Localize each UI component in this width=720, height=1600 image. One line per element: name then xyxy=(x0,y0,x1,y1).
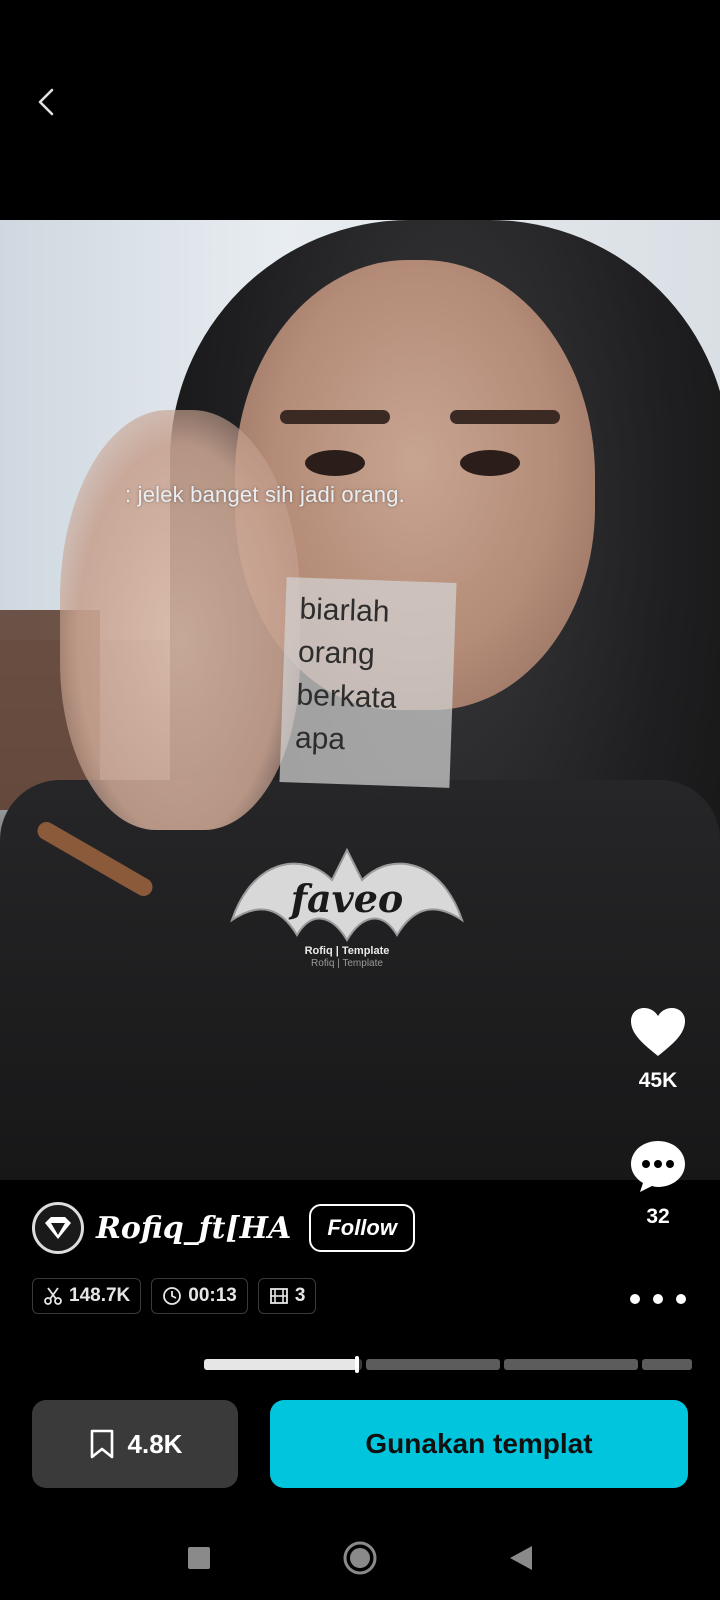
video-progress[interactable] xyxy=(204,1355,692,1373)
author-row: Rofiq_ft[HA Follow xyxy=(32,1202,415,1254)
system-nav-bar xyxy=(0,1516,720,1600)
more-dots-icon xyxy=(653,1294,663,1304)
avatar[interactable] xyxy=(32,1202,84,1254)
video-hand xyxy=(60,410,300,830)
bookmark-icon xyxy=(90,1429,113,1459)
video-preview[interactable]: : jelek banget sih jadi orang. biarlah o… xyxy=(0,220,720,1180)
comment-count: 32 xyxy=(646,1205,670,1228)
shirt-emblem-logo: faveo Rofiq | Template Rofiq | Template xyxy=(230,847,464,969)
clock-icon xyxy=(163,1287,182,1305)
comment-button[interactable]: 32 xyxy=(626,1138,690,1229)
scissors-icon xyxy=(44,1287,62,1305)
note-line: orang xyxy=(297,635,376,672)
heart-icon xyxy=(631,1008,685,1056)
home-icon[interactable] xyxy=(342,1540,378,1576)
note-line: berkata xyxy=(295,678,398,715)
uses-stat: 148.7K xyxy=(32,1278,142,1314)
more-options-button[interactable] xyxy=(626,1284,690,1314)
template-stats: 148.7K 00:13 3 xyxy=(32,1278,317,1314)
progress-segment[interactable] xyxy=(366,1358,500,1370)
progress-segment[interactable] xyxy=(204,1355,362,1373)
video-brow-left xyxy=(280,410,390,424)
video-eye-right xyxy=(460,450,520,476)
more-dots-icon xyxy=(676,1294,686,1304)
save-button[interactable]: 4.8K xyxy=(32,1400,238,1488)
progress-segment[interactable] xyxy=(642,1358,692,1370)
more-dots-icon xyxy=(630,1294,640,1304)
duration-value: 00:13 xyxy=(188,1285,237,1306)
note-line: biarlah xyxy=(298,592,391,629)
uses-count: 148.7K xyxy=(69,1285,131,1306)
back-button[interactable] xyxy=(28,84,64,120)
svg-text:faveo: faveo xyxy=(288,876,404,921)
like-button[interactable]: 45K xyxy=(626,1006,690,1093)
follow-button[interactable]: Follow xyxy=(309,1204,415,1252)
progress-handle[interactable] xyxy=(355,1355,360,1373)
video-note-card: biarlah orang berkata apa xyxy=(279,577,457,788)
svg-text:Rofiq | Template: Rofiq | Template xyxy=(305,945,390,957)
note-line: apa xyxy=(294,721,346,757)
progress-segment[interactable] xyxy=(504,1358,638,1370)
use-template-button[interactable]: Gunakan templat xyxy=(270,1400,688,1488)
video-caption: : jelek banget sih jadi orang. xyxy=(125,482,405,507)
film-icon xyxy=(269,1288,288,1304)
video-brow-right xyxy=(450,410,560,424)
svg-text:Rofiq | Template: Rofiq | Template xyxy=(311,958,383,969)
like-count: 45K xyxy=(638,1069,678,1092)
author-name[interactable]: Rofiq_ft[HA xyxy=(96,1211,291,1246)
progress-fill xyxy=(204,1358,358,1370)
clips-count: 3 xyxy=(294,1285,306,1306)
comment-bubble-icon xyxy=(631,1141,685,1192)
chevron-left-icon xyxy=(38,88,54,116)
clips-stat: 3 xyxy=(257,1278,317,1314)
duration-stat: 00:13 xyxy=(151,1278,248,1314)
back-nav-icon[interactable] xyxy=(508,1544,534,1572)
recent-apps-icon[interactable] xyxy=(186,1545,212,1571)
video-eye-left xyxy=(305,450,365,476)
save-count: 4.8K xyxy=(127,1428,183,1459)
diamond-logo-icon xyxy=(45,1217,71,1239)
